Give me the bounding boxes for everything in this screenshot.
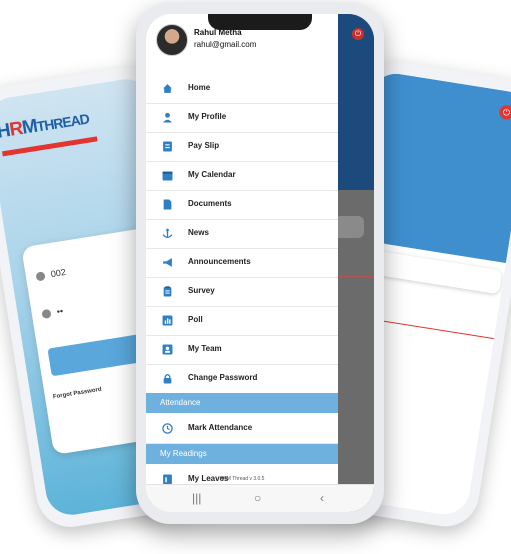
- phone-notch: [208, 14, 312, 30]
- calendar-icon: [162, 171, 173, 181]
- system-navigation-bar: ||| ○ ‹: [146, 484, 374, 512]
- poll-icon: [162, 315, 173, 326]
- profile-email: rahul@gmail.com: [194, 40, 257, 49]
- menu-item-my-team[interactable]: My Team: [146, 335, 338, 365]
- menu-item-documents[interactable]: Documents: [146, 190, 338, 220]
- user-icon: [35, 271, 46, 282]
- forgot-password-link[interactable]: Forgot Password: [53, 387, 102, 401]
- lock-icon: [163, 374, 172, 384]
- backdrop-card: [334, 216, 364, 238]
- clock-icon: [162, 423, 173, 434]
- menu-item-announcements[interactable]: Announcements: [146, 248, 338, 278]
- menu-item-change-password[interactable]: Change Password: [146, 364, 338, 394]
- section-header-leaves: My Readings: [146, 444, 338, 464]
- back-button[interactable]: ‹: [320, 491, 324, 505]
- section-header-attendance: Attendance: [146, 393, 338, 413]
- power-icon: ⏻: [352, 28, 364, 40]
- dimmed-backdrop[interactable]: ⏻: [334, 14, 374, 512]
- anchor-icon: [162, 228, 173, 239]
- team-icon: [162, 344, 173, 355]
- backdrop-header: [338, 14, 374, 190]
- menu-item-poll[interactable]: Poll: [146, 306, 338, 336]
- recents-button[interactable]: |||: [192, 491, 201, 505]
- document-icon: [163, 199, 172, 210]
- front-phone: ⏻ Rahul Metha rahul@gmail.com Home My Pr…: [136, 2, 384, 524]
- avatar: [156, 24, 188, 56]
- megaphone-icon: [163, 258, 172, 267]
- menu-item-home[interactable]: Home: [146, 74, 338, 104]
- payslip-icon: [163, 141, 172, 152]
- front-screen: ⏻ Rahul Metha rahul@gmail.com Home My Pr…: [146, 14, 374, 512]
- backdrop-divider: [338, 276, 374, 277]
- home-nav-button[interactable]: ○: [254, 491, 261, 505]
- menu-item-news[interactable]: News: [146, 219, 338, 249]
- lock-icon: [41, 308, 52, 320]
- navigation-drawer: Rahul Metha rahul@gmail.com Home My Prof…: [146, 14, 338, 512]
- app-version: HRM Thread v 3.0.5: [219, 476, 265, 482]
- person-icon: [163, 112, 172, 123]
- home-icon: [163, 84, 172, 93]
- menu-item-survey[interactable]: Survey: [146, 277, 338, 307]
- menu-item-pay-slip[interactable]: Pay Slip: [146, 132, 338, 162]
- clipboard-icon: [163, 286, 172, 297]
- menu-item-mark-attendance[interactable]: Mark Attendance: [146, 414, 338, 444]
- menu-item-my-profile[interactable]: My Profile: [146, 103, 338, 133]
- menu-item-my-calendar[interactable]: My Calendar: [146, 161, 338, 191]
